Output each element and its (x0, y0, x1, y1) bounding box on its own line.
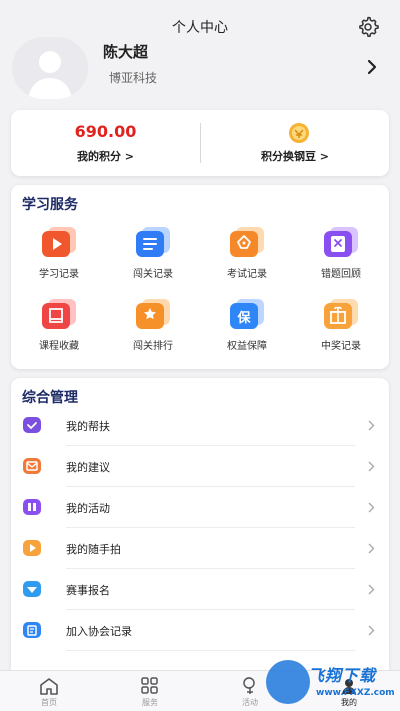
chevron-right-icon (368, 625, 375, 636)
video-play-icon (42, 227, 76, 257)
avatar[interactable] (12, 37, 88, 99)
service-wrong-review[interactable]: 错题回顾 (301, 225, 381, 291)
service-prize-record[interactable]: 中奖记录 (301, 297, 381, 363)
activity-nav-icon (243, 677, 255, 694)
service-rights-guarantee[interactable]: 保 权益保障 (207, 297, 287, 363)
my-points-label: 我的积分 > (76, 150, 135, 163)
service-exam-record[interactable]: 考试记录 (207, 225, 287, 291)
service-label: 闯关排行 (133, 341, 173, 352)
watermark-emblem (266, 660, 310, 704)
menu-item-label: 我的随手拍 (66, 543, 121, 556)
menu-item-my-suggestion[interactable]: 我的建议 (11, 446, 389, 487)
watermark-logo: 飞翔下载 www.FXXZ.com (266, 658, 400, 711)
service-label: 考试记录 (227, 269, 267, 280)
service-label: 学习记录 (39, 269, 79, 280)
grid-icon (141, 677, 158, 694)
user-name: 陈大超 (103, 43, 149, 61)
exchange-coin-icon (289, 123, 309, 143)
service-label: 错题回顾 (321, 269, 361, 280)
my-points-button[interactable]: 690.00 我的积分 > (11, 110, 200, 176)
management-card: 综合管理 我的帮扶 我的建议 我的活动 我的随手拍 赛事报名 加入协会记录 (11, 378, 389, 678)
home-icon (40, 678, 58, 695)
chevron-right-icon (368, 502, 375, 513)
pen-nib-icon (230, 227, 264, 257)
menu-item-label: 加入协会记录 (66, 625, 132, 638)
help-heart-icon (23, 417, 41, 433)
chevron-right-icon (368, 461, 375, 472)
service-label: 闯关记录 (133, 269, 173, 280)
menu-item-event-registration[interactable]: 赛事报名 (11, 569, 389, 610)
camera-video-icon (23, 540, 41, 556)
watermark-url: www.FXXZ.com (316, 688, 395, 698)
section-title: 综合管理 (22, 390, 78, 406)
service-learning-record[interactable]: 学习记录 (19, 225, 99, 291)
watermark-text: 飞翔下载 (308, 666, 377, 685)
menu-item-my-activity[interactable]: 我的活动 (11, 487, 389, 528)
join-record-icon (23, 622, 41, 638)
svg-text:保: 保 (236, 310, 251, 326)
service-label: 课程收藏 (39, 341, 79, 352)
star-badge-icon (136, 299, 170, 329)
nav-label: 服务 (142, 698, 158, 707)
exchange-points-button[interactable]: 积分换钢豆 > (201, 110, 389, 176)
shield-guarantee-icon: 保 (230, 299, 264, 329)
gift-icon (324, 299, 358, 329)
section-title: 学习服务 (22, 197, 78, 213)
nav-services[interactable]: 服务 (115, 671, 185, 711)
registration-icon (23, 581, 41, 597)
menu-item-label: 我的帮扶 (66, 420, 110, 433)
profile-header[interactable]: 陈大超 博亚科技 (0, 34, 400, 104)
service-challenge-ranking[interactable]: 闯关排行 (113, 297, 193, 363)
document-lines-icon (136, 227, 170, 257)
menu-item-association-record[interactable]: 加入协会记录 (11, 610, 389, 651)
bookmark-book-icon (42, 299, 76, 329)
service-label: 中奖记录 (321, 341, 361, 352)
wrong-answer-icon (324, 227, 358, 257)
nav-label: 首页 (41, 698, 57, 707)
chevron-right-icon (368, 543, 375, 554)
menu-item-label: 我的建议 (66, 461, 110, 474)
learning-services-card: 学习服务 学习记录 闯关记录 考试记录 错题回顾 课程收藏 闯关排行 保 权益保… (11, 185, 389, 369)
menu-item-my-help[interactable]: 我的帮扶 (11, 405, 389, 446)
menu-item-label: 赛事报名 (66, 584, 110, 597)
points-value: 690.00 (74, 122, 137, 141)
activity-icon (23, 499, 41, 515)
points-card: 690.00 我的积分 > 积分换钢豆 > (11, 110, 389, 176)
service-challenge-record[interactable]: 闯关记录 (113, 225, 193, 291)
chevron-right-icon (368, 420, 375, 431)
nav-home[interactable]: 首页 (14, 671, 84, 711)
user-company: 博亚科技 (109, 71, 158, 85)
menu-item-label: 我的活动 (66, 502, 110, 515)
menu-item-my-snapshot[interactable]: 我的随手拍 (11, 528, 389, 569)
exchange-label: 积分换钢豆 > (260, 150, 330, 163)
suggestion-mail-icon (23, 458, 41, 474)
chevron-right-icon (368, 584, 375, 595)
service-label: 权益保障 (227, 341, 267, 352)
service-course-favorites[interactable]: 课程收藏 (19, 297, 99, 363)
divider (66, 650, 355, 651)
chevron-right-icon[interactable] (366, 58, 378, 76)
